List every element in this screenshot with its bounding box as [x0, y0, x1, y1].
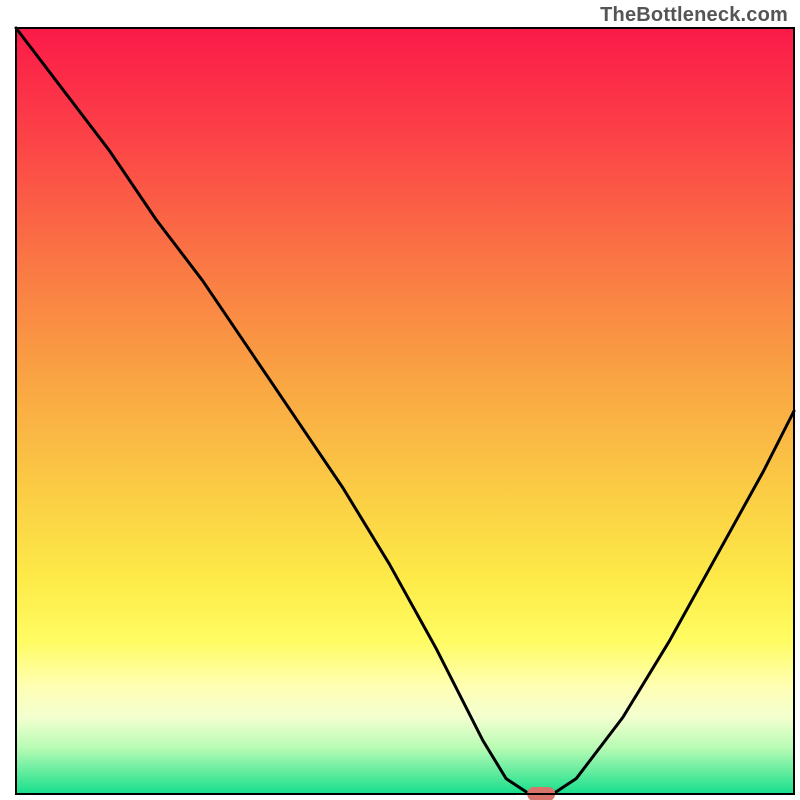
plot-background — [16, 28, 794, 794]
bottleneck-chart — [0, 0, 800, 800]
chart-container: TheBottleneck.com — [0, 0, 800, 800]
watermark-text: TheBottleneck.com — [600, 4, 788, 27]
